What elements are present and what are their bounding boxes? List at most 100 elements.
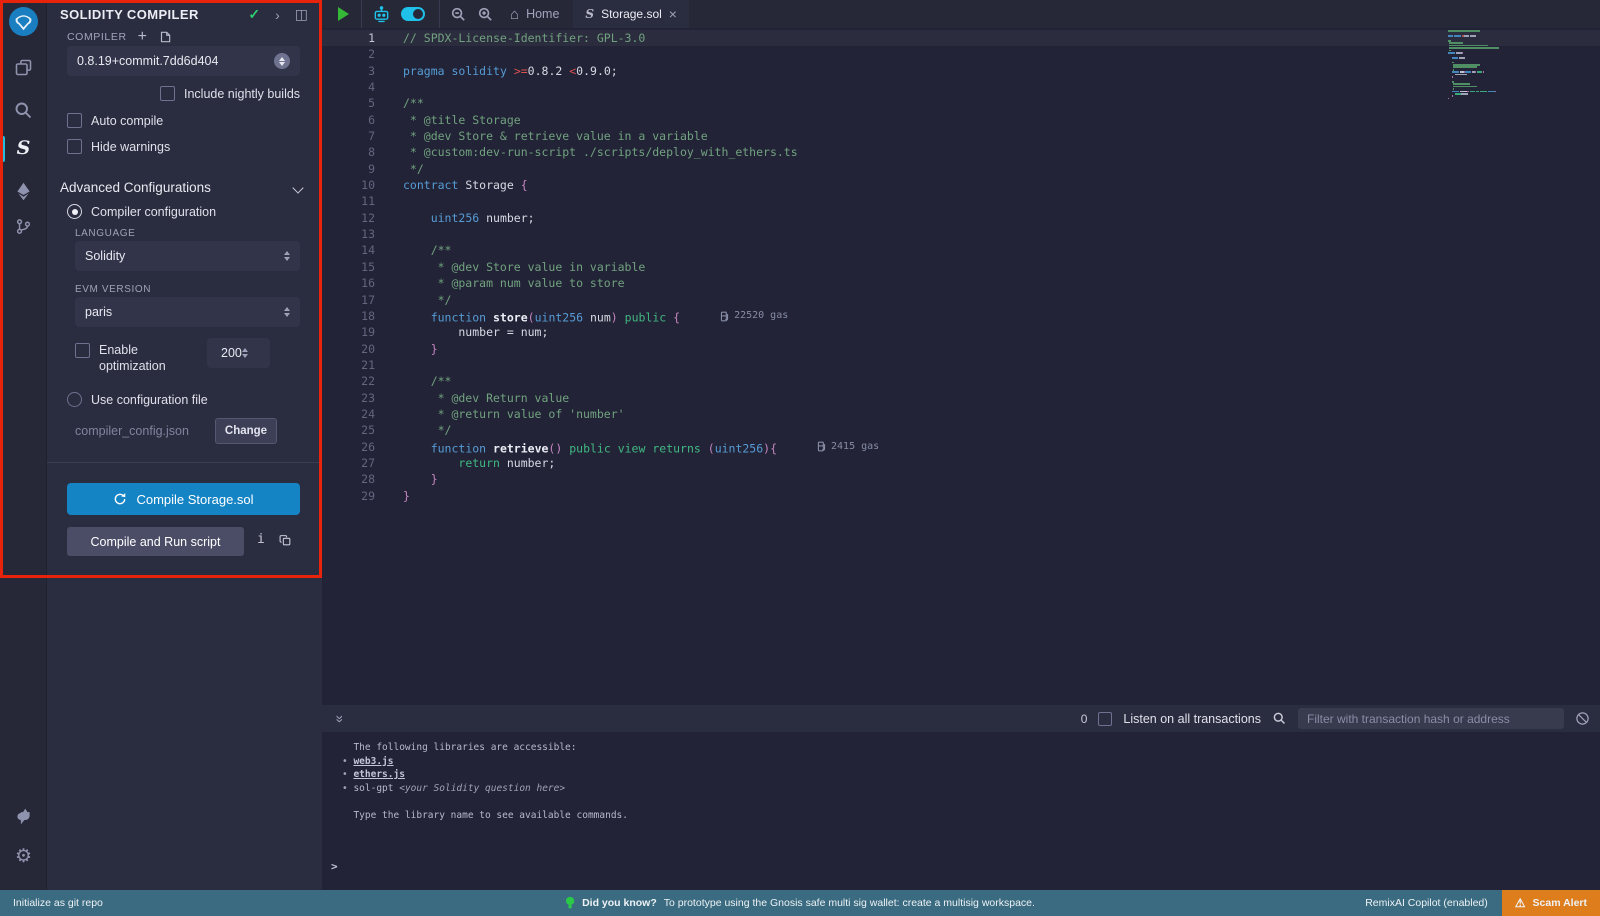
line-number[interactable]: 10 xyxy=(322,177,375,193)
deploy-run-icon[interactable] xyxy=(0,181,47,202)
code-line[interactable]: 28 } xyxy=(322,471,1600,487)
settings-gear-icon[interactable]: ⚙ xyxy=(0,845,47,868)
solidity-compiler-icon[interactable]: S xyxy=(0,137,47,159)
code-line[interactable]: 2 xyxy=(322,46,1600,62)
line-number[interactable]: 11 xyxy=(322,193,375,209)
listen-transactions-checkbox[interactable] xyxy=(1098,712,1112,726)
line-number[interactable]: 5 xyxy=(322,95,375,111)
code-line[interactable]: 25 */ xyxy=(322,422,1600,438)
line-number[interactable]: 8 xyxy=(322,144,375,160)
code-line[interactable]: 8 * @custom:dev-run-script ./scripts/dep… xyxy=(322,144,1600,160)
tab-close-icon[interactable]: × xyxy=(669,6,677,22)
code-line[interactable]: 19 number = num; xyxy=(322,324,1600,340)
line-number[interactable]: 26 xyxy=(322,439,375,455)
import-compiler-icon[interactable] xyxy=(158,30,172,44)
terminal-link[interactable]: web3.js xyxy=(353,756,393,767)
zoom-in-icon[interactable] xyxy=(477,6,494,23)
version-updown-icon[interactable] xyxy=(274,53,290,69)
split-view-icon[interactable]: ◫ xyxy=(295,6,308,23)
enable-optimization-checkbox[interactable] xyxy=(75,343,90,358)
zoom-out-icon[interactable] xyxy=(450,6,467,23)
git-init-status[interactable]: Initialize as git repo xyxy=(13,897,103,909)
runs-updown-icon[interactable] xyxy=(242,348,248,358)
code-line[interactable]: 6 * @title Storage xyxy=(322,112,1600,128)
line-number[interactable]: 13 xyxy=(322,226,375,242)
code-line[interactable]: 9 */ xyxy=(322,161,1600,177)
hide-warnings-checkbox[interactable] xyxy=(67,139,82,154)
code-line[interactable]: 26 function retrieve() public view retur… xyxy=(322,439,1600,455)
code-line[interactable]: 23 * @dev Return value xyxy=(322,390,1600,406)
line-number[interactable]: 19 xyxy=(322,324,375,340)
code-line[interactable]: 24 * @return value of 'number' xyxy=(322,406,1600,422)
line-number[interactable]: 27 xyxy=(322,455,375,471)
line-number[interactable]: 15 xyxy=(322,259,375,275)
code-line[interactable]: 10contract Storage { xyxy=(322,177,1600,193)
chevron-right-icon[interactable]: › xyxy=(275,7,280,23)
info-icon[interactable]: i xyxy=(257,532,265,547)
code-line[interactable]: 20 } xyxy=(322,341,1600,357)
run-script-play-button[interactable] xyxy=(338,7,349,21)
code-line[interactable]: 15 * @dev Store value in variable xyxy=(322,259,1600,275)
line-number[interactable]: 17 xyxy=(322,292,375,308)
line-number[interactable]: 1 xyxy=(322,30,375,46)
line-number[interactable]: 23 xyxy=(322,390,375,406)
line-number[interactable]: 12 xyxy=(322,210,375,226)
code-line[interactable]: 14 /** xyxy=(322,242,1600,258)
copilot-toggle[interactable] xyxy=(401,7,425,21)
code-line[interactable]: 13 xyxy=(322,226,1600,242)
code-line[interactable]: 29} xyxy=(322,488,1600,504)
compiler-configuration-radio[interactable] xyxy=(67,204,82,219)
code-line[interactable]: 12 uint256 number; xyxy=(322,210,1600,226)
line-number[interactable]: 2 xyxy=(322,46,375,62)
line-number[interactable]: 4 xyxy=(322,79,375,95)
transaction-filter-input[interactable] xyxy=(1298,708,1564,729)
line-number[interactable]: 7 xyxy=(322,128,375,144)
code-line[interactable]: 18 function store(uint256 num) public {2… xyxy=(322,308,1600,324)
line-number[interactable]: 22 xyxy=(322,373,375,389)
remix-logo[interactable] xyxy=(0,6,47,37)
line-number[interactable]: 25 xyxy=(322,422,375,438)
copy-icon[interactable] xyxy=(279,534,292,547)
scam-alert-button[interactable]: ⚠ Scam Alert xyxy=(1502,890,1600,916)
code-line[interactable]: 3pragma solidity >=0.8.2 <0.9.0; xyxy=(322,63,1600,79)
line-number[interactable]: 20 xyxy=(322,341,375,357)
code-line[interactable]: 1// SPDX-License-Identifier: GPL-3.0 xyxy=(322,30,1600,46)
line-number[interactable]: 29 xyxy=(322,488,375,504)
copilot-status[interactable]: RemixAI Copilot (enabled) xyxy=(1365,897,1488,909)
language-select[interactable]: Solidity xyxy=(75,241,300,271)
line-number[interactable]: 9 xyxy=(322,161,375,177)
use-config-file-radio[interactable] xyxy=(67,392,82,407)
search-icon[interactable] xyxy=(0,100,47,121)
tab-storage-sol[interactable]: S Storage.sol × xyxy=(573,0,689,28)
terminal-link[interactable]: ethers.js xyxy=(353,769,404,780)
expand-terminal-icon[interactable]: « xyxy=(330,715,346,723)
code-line[interactable]: 17 */ xyxy=(322,292,1600,308)
line-number[interactable]: 21 xyxy=(322,357,375,373)
compile-button[interactable]: Compile Storage.sol xyxy=(67,483,300,515)
code-line[interactable]: 21 xyxy=(322,357,1600,373)
plugin-manager-icon[interactable] xyxy=(0,806,47,827)
terminal-prompt[interactable]: > xyxy=(331,860,338,873)
line-number[interactable]: 3 xyxy=(322,63,375,79)
code-editor[interactable]: 1// SPDX-License-Identifier: GPL-3.023pr… xyxy=(322,28,1600,705)
advanced-configurations-header[interactable]: Advanced Configurations xyxy=(60,180,308,195)
evm-version-select[interactable]: paris xyxy=(75,297,300,327)
code-line[interactable]: 5/** xyxy=(322,95,1600,111)
add-compiler-icon[interactable]: + xyxy=(138,32,147,42)
include-nightly-checkbox[interactable] xyxy=(160,86,175,101)
compiler-version-select[interactable]: 0.8.19+commit.7dd6d404 xyxy=(67,46,300,76)
home-tab[interactable]: ⌂ Home xyxy=(510,6,559,23)
auto-compile-checkbox[interactable] xyxy=(67,113,82,128)
editor-minimap[interactable] xyxy=(1448,30,1545,100)
line-number[interactable]: 16 xyxy=(322,275,375,291)
line-number[interactable]: 14 xyxy=(322,242,375,258)
line-number[interactable]: 28 xyxy=(322,471,375,487)
ai-copilot-robot-icon[interactable] xyxy=(372,6,391,23)
file-explorer-icon[interactable] xyxy=(0,57,47,78)
change-config-button[interactable]: Change xyxy=(215,418,277,444)
line-number[interactable]: 24 xyxy=(322,406,375,422)
optimization-runs-input[interactable]: 200 xyxy=(207,338,270,368)
code-line[interactable]: 16 * @param num value to store xyxy=(322,275,1600,291)
code-line[interactable]: 22 /** xyxy=(322,373,1600,389)
clear-terminal-icon[interactable] xyxy=(1575,711,1590,726)
